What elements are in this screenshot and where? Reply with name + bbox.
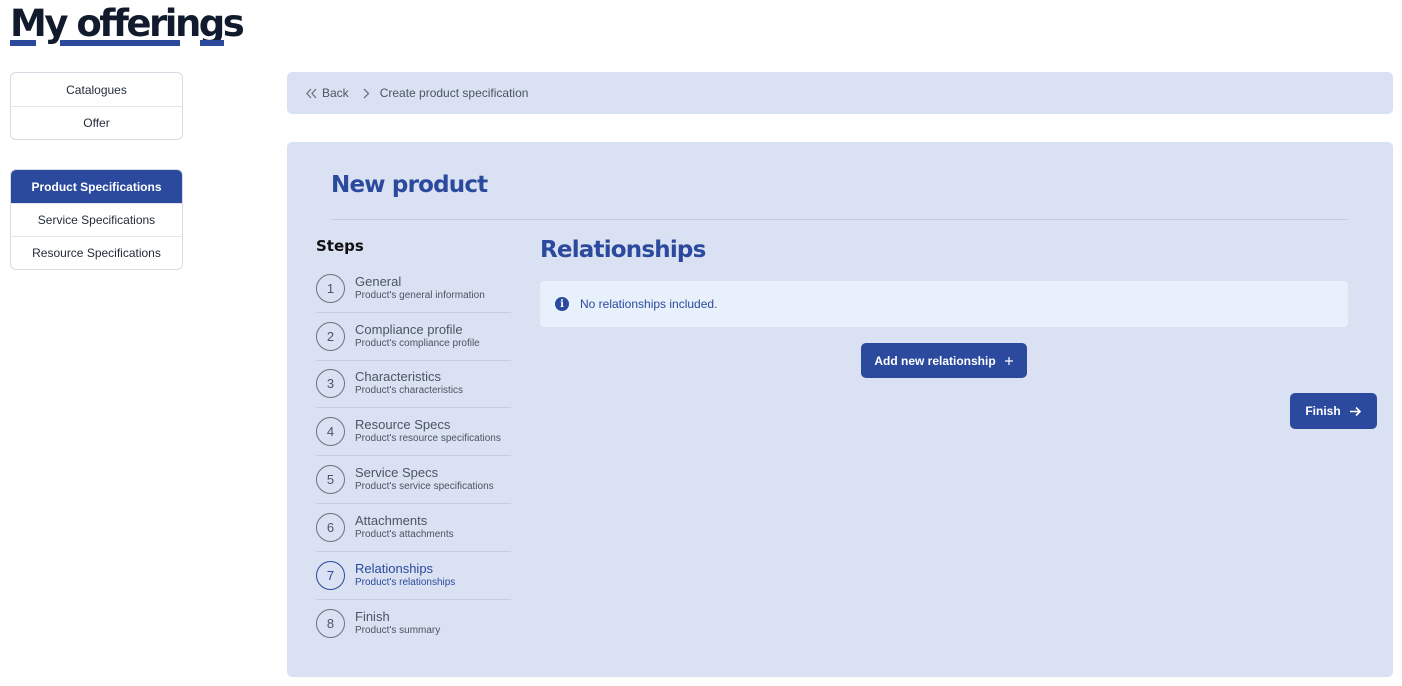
info-circle-icon: i [555, 297, 569, 311]
add-new-relationship-button[interactable]: Add new relationship [861, 343, 1027, 378]
sidebar-group-specifications: Product Specifications Service Specifica… [10, 169, 183, 270]
step-name: Characteristics [355, 369, 441, 385]
arrow-right-icon [1349, 406, 1361, 416]
step-desc: Product's characteristics [355, 385, 464, 397]
sidebar-item-catalogues[interactable]: Catalogues [11, 73, 182, 106]
step-number: 7 [316, 560, 345, 590]
step-desc: Product's resource specifications [355, 433, 501, 445]
sidebar-item-product-specifications[interactable]: Product Specifications [11, 170, 182, 203]
step-name: Relationships [355, 560, 434, 576]
product-form-panel: New product Steps 1 General Product's gen… [287, 142, 1393, 677]
sidebar-item-service-specifications[interactable]: Service Specifications [11, 203, 182, 236]
step-finish[interactable]: 8 Finish Product's summary [316, 600, 511, 648]
finish-button-label: Finish [1305, 404, 1341, 418]
info-text: No relationships included. [580, 297, 718, 311]
step-desc: Product's compliance profile [355, 337, 480, 349]
step-name: Resource Specs [355, 417, 451, 433]
step-resource-specs[interactable]: 4 Resource Specs Product's resource speci… [316, 408, 511, 457]
step-name: General [355, 273, 402, 289]
add-button-label: Add new relationship [874, 353, 996, 368]
chevron-right-icon [363, 88, 370, 99]
breadcrumb: Back Create product specification [287, 72, 1393, 114]
step-name: Compliance profile [355, 321, 463, 337]
double-chevron-left-icon [306, 88, 317, 98]
back-label: Back [322, 86, 349, 100]
form-title: New product [331, 172, 488, 198]
step-characteristics[interactable]: 3 Characteristics Product's characteristi… [316, 361, 511, 409]
finish-button[interactable]: Finish [1290, 393, 1377, 429]
plus-icon [1004, 356, 1013, 365]
divider [331, 219, 1348, 220]
step-attachments[interactable]: 6 Attachments Product's attachments [316, 504, 511, 552]
step-desc: Product's general information [355, 289, 485, 301]
step-name: Finish [355, 608, 390, 624]
step-name: Attachments [355, 512, 428, 528]
step-general[interactable]: 1 General Product's general information [316, 265, 511, 313]
steps-list: 1 General Product's general information 2… [316, 265, 511, 647]
title-underline [10, 40, 36, 46]
step-desc: Product's service specifications [355, 481, 494, 493]
step-desc: Product's relationships [355, 576, 456, 588]
step-name: Service Specs [355, 465, 439, 481]
step-number: 2 [316, 321, 345, 351]
step-number: 4 [316, 417, 345, 447]
sidebar-group-catalogues: Catalogues Offer [10, 72, 183, 140]
sidebar-item-resource-specifications[interactable]: Resource Specifications [11, 236, 182, 269]
step-number: 1 [316, 273, 345, 303]
info-alert: i No relationships included. [540, 281, 1348, 327]
sidebar-item-offer[interactable]: Offer [11, 106, 182, 139]
title-underline [200, 40, 224, 46]
section-title: Relationships [540, 237, 706, 263]
step-desc: Product's attachments [355, 528, 454, 540]
step-desc: Product's summary [355, 624, 441, 636]
step-compliance-profile[interactable]: 2 Compliance profile Product's compliance… [316, 313, 511, 361]
step-service-specs[interactable]: 5 Service Specs Product's service specifi… [316, 456, 511, 504]
title-underline [60, 40, 180, 46]
breadcrumb-current: Create product specification [379, 86, 529, 100]
step-number: 3 [316, 369, 345, 399]
step-relationships[interactable]: 7 Relationships Product's relationships [316, 552, 511, 600]
step-number: 6 [316, 512, 345, 542]
steps-title: Steps [316, 237, 364, 255]
step-number: 8 [316, 608, 345, 638]
step-number: 5 [316, 465, 345, 495]
back-link[interactable]: Back [305, 86, 349, 100]
